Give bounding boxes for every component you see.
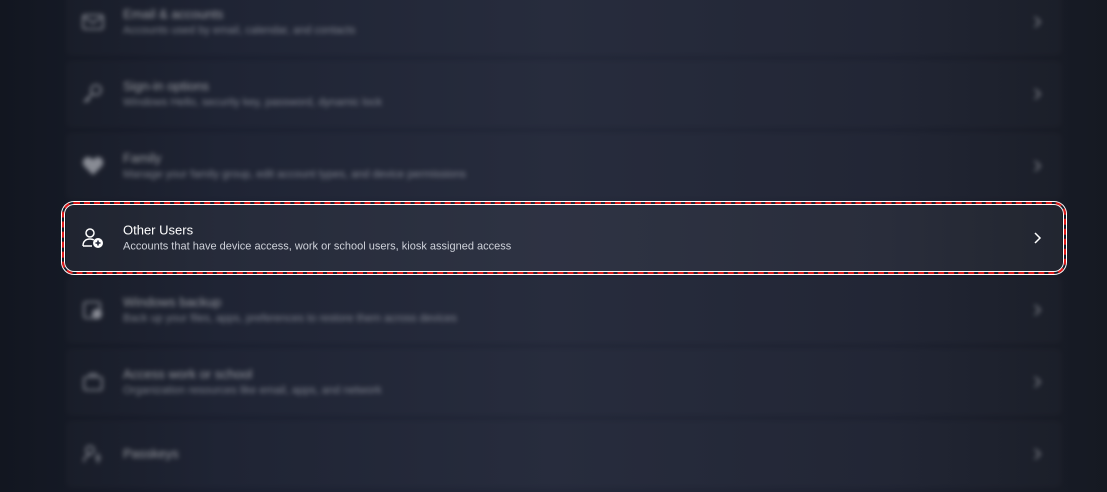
backup-icon xyxy=(80,297,106,323)
briefcase-icon xyxy=(80,369,106,395)
settings-item-description: Back up your files, apps, preferences to… xyxy=(123,312,457,325)
settings-item-title: Passkeys xyxy=(123,446,179,461)
chevron-right-icon xyxy=(1030,447,1044,461)
chevron-right-icon xyxy=(1030,159,1044,173)
settings-item-windows-backup[interactable]: Windows backup Back up your files, apps,… xyxy=(66,276,1062,344)
settings-item-text: Access work or school Organization resou… xyxy=(123,366,382,399)
settings-item-description: Organization resources like email, apps,… xyxy=(123,384,382,397)
key-icon xyxy=(80,81,106,107)
settings-item-title: Family xyxy=(123,150,162,166)
settings-item-description: Accounts that have device access, work o… xyxy=(123,240,512,253)
settings-item-text: Family Manage your family group, edit ac… xyxy=(123,150,466,183)
settings-item-sign-in-options[interactable]: Sign-in options Windows Hello, security … xyxy=(66,60,1062,128)
settings-list: Email & accounts Accounts used by email,… xyxy=(62,0,1066,492)
settings-item-text: Email & accounts Accounts used by email,… xyxy=(123,6,355,39)
chevron-right-icon xyxy=(1030,231,1044,245)
settings-item-title: Other Users xyxy=(123,222,194,238)
mail-icon xyxy=(80,9,106,35)
settings-item-family[interactable]: Family Manage your family group, edit ac… xyxy=(66,132,1062,200)
settings-item-passkeys[interactable]: Passkeys xyxy=(66,420,1062,488)
heart-icon xyxy=(80,153,106,179)
chevron-right-icon xyxy=(1030,303,1044,317)
settings-item-title: Windows backup xyxy=(123,294,222,310)
settings-item-text: Other Users Accounts that have device ac… xyxy=(123,222,511,255)
chevron-right-icon xyxy=(1030,87,1044,101)
settings-item-title: Email & accounts xyxy=(123,6,224,22)
chevron-right-icon xyxy=(1030,375,1044,389)
settings-item-description: Windows Hello, security key, password, d… xyxy=(123,96,382,109)
chevron-right-icon xyxy=(1030,15,1044,29)
settings-item-text: Sign-in options Windows Hello, security … xyxy=(123,78,382,111)
settings-item-description: Manage your family group, edit account t… xyxy=(123,168,467,181)
settings-item-other-users[interactable]: Other Users Accounts that have device ac… xyxy=(62,202,1066,274)
settings-item-text: Windows backup Back up your files, apps,… xyxy=(123,294,457,327)
settings-item-access-work-or-school[interactable]: Access work or school Organization resou… xyxy=(66,348,1062,416)
settings-item-email-accounts[interactable]: Email & accounts Accounts used by email,… xyxy=(66,0,1062,56)
settings-item-description: Accounts used by email, calendar, and co… xyxy=(123,24,356,37)
settings-item-text: Passkeys xyxy=(123,445,179,463)
add-user-icon xyxy=(80,225,106,251)
settings-item-title: Access work or school xyxy=(123,366,253,382)
passkey-icon xyxy=(80,441,106,467)
settings-item-title: Sign-in options xyxy=(123,78,209,94)
